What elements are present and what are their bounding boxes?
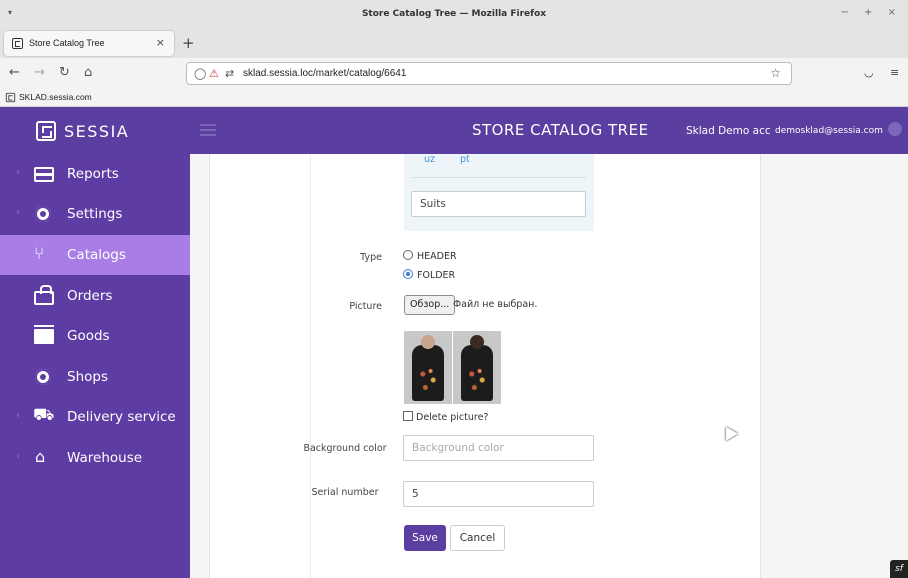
- pocket-icon[interactable]: ◡: [864, 66, 874, 79]
- lang-tab-pt[interactable]: pt: [460, 154, 470, 165]
- cancel-button[interactable]: Cancel: [450, 525, 505, 551]
- sidebar: ‹ Reports ‹ Settings ⑂ Catalogs Orders G…: [0, 154, 190, 578]
- sidebar-item-label: Orders: [67, 288, 113, 304]
- gear-icon: [35, 206, 51, 222]
- forward-icon[interactable]: →: [34, 65, 45, 80]
- checkbox-label: Delete picture?: [416, 412, 489, 423]
- serial-number-input[interactable]: 5: [403, 481, 594, 507]
- bookmarks-toolbar: SKLAD.sessia.com: [0, 88, 908, 107]
- type-option-folder[interactable]: FOLDER: [403, 269, 455, 281]
- bookmark-favicon-icon: [5, 92, 16, 103]
- reload-icon[interactable]: ↻: [59, 65, 70, 80]
- url-bar[interactable]: ◯ ⚠ ⇄ sklad.sessia.loc/market/catalog/66…: [186, 62, 792, 85]
- radio-label: FOLDER: [417, 270, 456, 281]
- picture-back-thumbnail: [453, 331, 501, 404]
- delete-picture-checkbox[interactable]: Delete picture?: [403, 411, 488, 423]
- save-button[interactable]: Save: [404, 525, 446, 551]
- sidebar-item-label: Goods: [67, 328, 110, 344]
- sidebar-item-label: Warehouse: [67, 450, 143, 466]
- sidebar-item-label: Catalogs: [67, 247, 126, 263]
- sidebar-item-warehouse[interactable]: ‹ ⌂ Warehouse: [0, 438, 190, 478]
- sidebar-item-goods[interactable]: Goods: [0, 316, 190, 356]
- chevron-left-icon: ‹: [16, 410, 20, 421]
- type-label: Type: [360, 252, 382, 263]
- window-controls[interactable]: − + ×: [841, 7, 903, 18]
- type-option-header[interactable]: HEADER: [403, 250, 457, 262]
- settings-gear-icon[interactable]: [888, 122, 902, 136]
- sidebar-item-label: Settings: [67, 206, 123, 222]
- hamburger-menu-icon[interactable]: [200, 124, 216, 136]
- checkbox[interactable]: [403, 411, 413, 421]
- credit-card-icon: [34, 167, 54, 182]
- url-text[interactable]: sklad.sessia.loc/market/catalog/6641: [243, 68, 406, 79]
- tab-title: Store Catalog Tree: [29, 38, 105, 48]
- sidebar-item-orders[interactable]: Orders: [0, 276, 190, 316]
- permissions-icon[interactable]: ⇄: [225, 67, 234, 80]
- user-name[interactable]: Sklad Demo acc: [686, 125, 771, 137]
- bookmark-star-icon[interactable]: ☆: [770, 66, 781, 80]
- picture-label: Picture: [349, 301, 382, 312]
- chevron-left-icon: ‹: [16, 167, 20, 178]
- shopping-bag-icon: [34, 285, 54, 305]
- sidebar-item-label: Shops: [67, 369, 108, 385]
- radio-label: HEADER: [417, 251, 457, 262]
- close-tab-icon[interactable]: ×: [156, 36, 165, 49]
- sidebar-item-catalogs[interactable]: ⑂ Catalogs: [0, 235, 190, 275]
- branch-icon: ⑂: [34, 244, 45, 264]
- radio-button[interactable]: [403, 250, 413, 260]
- browse-file-button[interactable]: Обзор...: [404, 295, 456, 315]
- page-title: STORE CATALOG TREE: [472, 121, 649, 139]
- sessia-favicon-icon: [12, 38, 23, 49]
- divider: [412, 177, 586, 178]
- sidebar-item-shops[interactable]: Shops: [0, 357, 190, 397]
- window-titlebar: ▾ Store Catalog Tree — Mozilla Firefox −…: [0, 0, 908, 28]
- navigation-toolbar: ← → ↻ ⌂ ◯ ⚠ ⇄ sklad.sessia.loc/market/ca…: [0, 58, 908, 88]
- radio-button[interactable]: [403, 269, 413, 279]
- window-title: Store Catalog Tree — Mozilla Firefox: [361, 9, 547, 19]
- user-email[interactable]: demosklad@sessia.com: [775, 126, 883, 136]
- sessia-logo-icon: [36, 121, 56, 141]
- back-icon[interactable]: ←: [9, 65, 20, 80]
- serial-number-label: Serial number: [311, 487, 379, 498]
- logo-text: SESSIA: [64, 122, 130, 141]
- menu-icon[interactable]: ≡: [890, 66, 899, 79]
- sidebar-item-reports[interactable]: ‹ Reports: [0, 154, 190, 194]
- insecure-lock-icon[interactable]: ⚠: [209, 67, 219, 80]
- symfony-toolbar-icon[interactable]: sf: [890, 560, 908, 578]
- warehouse-icon: ⌂: [35, 447, 46, 466]
- sidebar-item-label: Reports: [67, 166, 119, 182]
- sidebar-item-delivery-service[interactable]: ‹ ⛟ Delivery service: [0, 397, 190, 437]
- background-color-input[interactable]: Background color: [403, 435, 594, 461]
- bookmark-sklad[interactable]: SKLAD.sessia.com: [19, 92, 92, 102]
- app-header: SESSIA STORE CATALOG TREE Sklad Demo acc…: [0, 107, 908, 154]
- truck-icon: ⛟: [33, 405, 55, 425]
- logo[interactable]: SESSIA: [0, 107, 190, 154]
- home-icon[interactable]: ⌂: [84, 65, 92, 80]
- sidebar-item-label: Delivery service: [67, 409, 176, 425]
- tab-strip: Store Catalog Tree × +: [0, 28, 908, 58]
- background-color-label: Background color: [303, 443, 387, 454]
- sidebar-item-settings[interactable]: ‹ Settings: [0, 194, 190, 234]
- new-tab-icon[interactable]: +: [182, 34, 195, 52]
- chevron-left-icon: ‹: [16, 207, 20, 218]
- picture-front-thumbnail: [404, 331, 452, 404]
- name-input[interactable]: Suits: [411, 191, 586, 217]
- gear-icon: [35, 369, 51, 385]
- lang-tab-uz[interactable]: uz: [424, 154, 435, 165]
- browser-tab[interactable]: Store Catalog Tree ×: [4, 31, 174, 56]
- box-icon: [34, 325, 54, 344]
- divider: [310, 154, 311, 578]
- file-status: Файл не выбран.: [453, 299, 538, 310]
- chevron-left-icon: ‹: [16, 451, 20, 462]
- shield-icon[interactable]: ◯: [194, 67, 206, 80]
